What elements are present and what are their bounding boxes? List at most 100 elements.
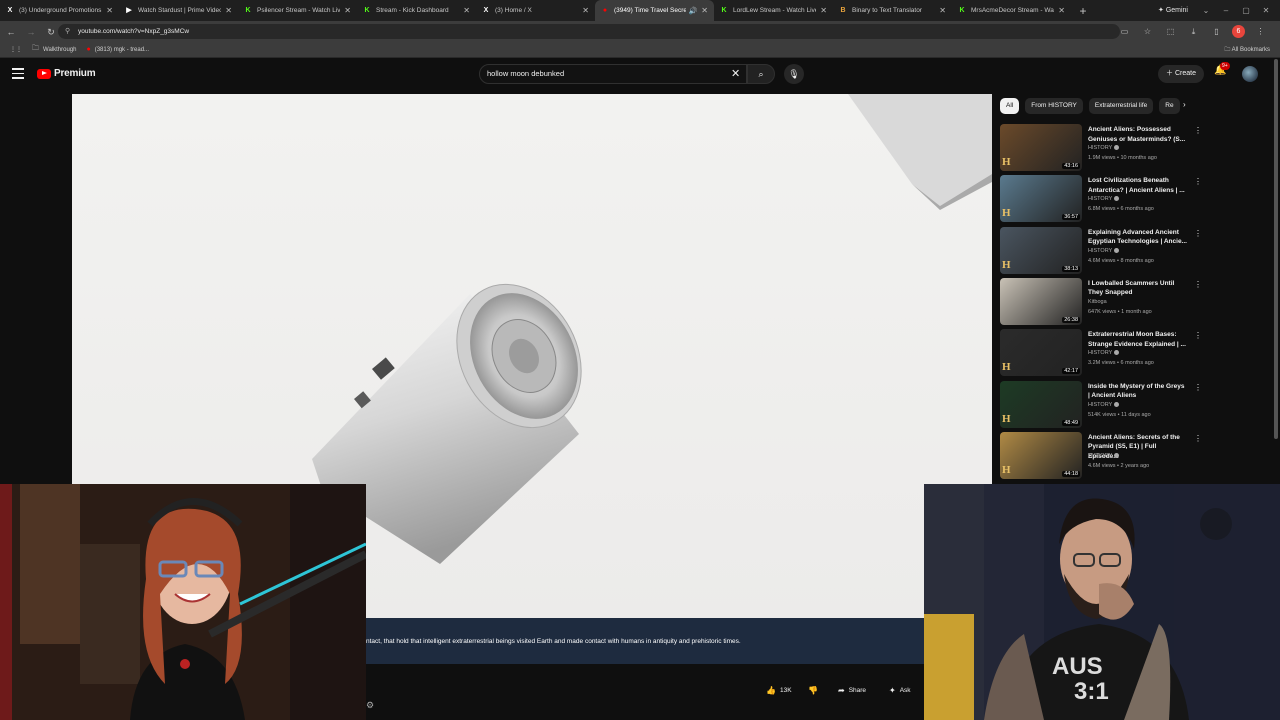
recommended-video[interactable]: H 48:49 Inside the Mystery of the Greys | …: [1000, 380, 1202, 428]
video-thumbnail[interactable]: H 44:18: [1000, 431, 1082, 479]
close-tab-icon[interactable]: ✕: [582, 6, 589, 15]
apps-icon[interactable]: ⋮⋮: [10, 46, 22, 53]
dislike-button[interactable]: 👎: [808, 684, 822, 698]
tab-audio-icon[interactable]: 🔊: [689, 7, 698, 15]
recommended-video[interactable]: H 38:13 Explaining Advanced Ancient Egypti…: [1000, 226, 1202, 274]
download-icon[interactable]: ⤓: [1186, 24, 1201, 39]
channel-name[interactable]: HISTORY: [1088, 145, 1120, 151]
voice-search-icon[interactable]: 🎙: [784, 64, 804, 84]
new-tab-icon[interactable]: +: [1075, 3, 1091, 19]
youtube-logo[interactable]: Premium: [37, 68, 96, 79]
video-meta: 1.9M views • 10 months ago: [1088, 155, 1157, 161]
browser-tab[interactable]: ● (3949) Time Travel Secrets 🔊 ✕: [595, 0, 714, 21]
translator-icon: B: [840, 6, 846, 14]
browser-tab[interactable]: ▶ Watch Stardust | Prime Video ✕: [119, 0, 238, 21]
maximize-icon[interactable]: ▢: [1236, 0, 1256, 21]
browser-tab[interactable]: B Binary to Text Translator ✕: [833, 0, 952, 21]
search-input[interactable]: hollow moon debunked: [479, 64, 747, 84]
video-thumbnail[interactable]: H 38:13: [1000, 226, 1082, 274]
bookmark-label: Walkthrough: [43, 46, 77, 53]
tab-search-icon[interactable]: ⌄: [1196, 0, 1216, 21]
search-button[interactable]: ⌕: [747, 64, 775, 84]
close-tab-icon[interactable]: ✕: [701, 6, 708, 15]
extensions-icon[interactable]: ⬚: [1163, 24, 1178, 39]
share-button[interactable]: ➦ Share: [838, 684, 866, 698]
duration-badge: 38:13: [1062, 265, 1080, 272]
bookmark-star-icon[interactable]: ☆: [1140, 24, 1155, 39]
channel-name[interactable]: Kitboga: [1088, 299, 1107, 305]
bookmark-walkthrough[interactable]: 🗀 Walkthrough: [32, 44, 76, 55]
cast-icon[interactable]: ▭: [1117, 24, 1132, 39]
close-tab-icon[interactable]: ✕: [820, 6, 827, 15]
channel-name[interactable]: HISTORY: [1088, 402, 1120, 408]
browser-tab-strip: X (3) Underground Promotions o ✕ ▶ Watch Sta…: [0, 0, 1280, 21]
more-options-icon[interactable]: ⋮: [1194, 229, 1202, 238]
channel-name[interactable]: HISTORY: [1088, 452, 1120, 459]
video-title[interactable]: Ancient Aliens: Possessed Geniuses or Ma…: [1088, 125, 1188, 144]
site-info-icon[interactable]: ⚲: [65, 24, 70, 39]
more-options-icon[interactable]: ⋮: [1194, 434, 1202, 443]
close-window-icon[interactable]: ✕: [1256, 0, 1276, 21]
video-thumbnail[interactable]: 26:38: [1000, 277, 1082, 325]
video-title[interactable]: Lost Civilizations Beneath Antarctica? |…: [1088, 176, 1188, 195]
settings-gear-icon[interactable]: ⚙: [366, 700, 374, 711]
chevron-right-icon[interactable]: ›: [1183, 100, 1186, 109]
more-options-icon[interactable]: ⋮: [1194, 331, 1202, 340]
close-tab-icon[interactable]: ✕: [939, 6, 946, 15]
prime-video-icon: ▶: [126, 6, 132, 14]
recommended-video[interactable]: H 36:57 Lost Civilizations Beneath Antarct…: [1000, 175, 1202, 223]
profile-avatar[interactable]: 6: [1232, 25, 1245, 38]
recommended-video[interactable]: H 42:17 Extraterrestrial Moon Bases: Stran…: [1000, 329, 1202, 377]
video-title[interactable]: Explaining Advanced Ancient Egyptian Tec…: [1088, 228, 1188, 247]
forward-icon[interactable]: →: [22, 23, 40, 41]
filter-chip[interactable]: All: [1000, 98, 1020, 114]
video-thumbnail[interactable]: H 36:57: [1000, 175, 1082, 223]
recommended-video[interactable]: H 44:18 Ancient Aliens: Secrets of the Pyr…: [1000, 431, 1202, 479]
minimize-icon[interactable]: –: [1216, 0, 1236, 21]
video-title[interactable]: Inside the Mystery of the Greys | Ancien…: [1088, 382, 1188, 401]
hamburger-menu-icon[interactable]: [12, 68, 24, 79]
more-options-icon[interactable]: ⋮: [1194, 383, 1202, 392]
like-button[interactable]: 👍 13K: [766, 684, 792, 698]
close-tab-icon[interactable]: ✕: [225, 6, 232, 15]
ask-button[interactable]: ✦ Ask: [889, 684, 911, 698]
sidepanel-icon[interactable]: ▯: [1209, 24, 1224, 39]
video-thumbnail[interactable]: H 42:17: [1000, 329, 1082, 377]
recommended-video[interactable]: 26:38 I Lowballed Scammers Until They Sna…: [1000, 277, 1202, 325]
channel-name[interactable]: HISTORY: [1088, 350, 1120, 356]
filter-chip[interactable]: From HISTORY: [1025, 98, 1083, 114]
browser-tab[interactable]: K MrsAcmeDecor Stream - Watch ✕: [952, 0, 1071, 21]
verified-icon: [1114, 452, 1120, 458]
video-title[interactable]: Extraterrestrial Moon Bases: Strange Evi…: [1088, 330, 1188, 349]
browser-tab[interactable]: X (3) Underground Promotions o ✕: [0, 0, 119, 21]
all-bookmarks[interactable]: 🗀 All Bookmarks: [1224, 45, 1270, 55]
account-avatar[interactable]: [1242, 66, 1258, 82]
page-scrollbar[interactable]: [1274, 59, 1278, 439]
gemini-button[interactable]: ✦ Gemini: [1150, 3, 1196, 18]
channel-name[interactable]: HISTORY: [1088, 248, 1120, 254]
recommended-video[interactable]: H 43:16 Ancient Aliens: Possessed Geniuses…: [1000, 124, 1202, 171]
close-tab-icon[interactable]: ✕: [1058, 6, 1065, 15]
browser-tab[interactable]: K LordLew Stream - Watch Live o ✕: [714, 0, 833, 21]
close-tab-icon[interactable]: ✕: [106, 6, 113, 15]
channel-name[interactable]: HISTORY: [1088, 196, 1120, 202]
more-options-icon[interactable]: ⋮: [1194, 280, 1202, 289]
video-title[interactable]: I Lowballed Scammers Until They Snapped: [1088, 279, 1188, 298]
browser-tab[interactable]: K Stream - Kick Dashboard ✕: [357, 0, 476, 21]
more-options-icon[interactable]: ⋮: [1194, 177, 1202, 186]
browser-tab[interactable]: K Psilencer Stream - Watch Live o✕: [238, 0, 357, 21]
create-button[interactable]: ＋ Create: [1158, 65, 1204, 83]
close-tab-icon[interactable]: ✕: [463, 6, 470, 15]
close-tab-icon[interactable]: ✕: [344, 6, 351, 15]
menu-kebab-icon[interactable]: ⋮: [1253, 24, 1268, 39]
more-options-icon[interactable]: ⋮: [1194, 126, 1202, 135]
browser-tab[interactable]: X (3) Home / X ✕: [476, 0, 595, 21]
filter-chip[interactable]: Re: [1159, 98, 1180, 114]
filter-chip[interactable]: Extraterrestrial life: [1088, 98, 1154, 114]
back-icon[interactable]: ←: [2, 23, 20, 41]
video-thumbnail[interactable]: H 48:49: [1000, 380, 1082, 428]
clear-search-icon[interactable]: ✕: [731, 66, 740, 82]
url-bar[interactable]: ⚲ youtube.com/watch?v=NxpZ_g3sMCw: [58, 24, 1120, 39]
video-thumbnail[interactable]: H 43:16: [1000, 124, 1082, 171]
bookmark-mgk[interactable]: ● (3813) mgk - tread...: [86, 46, 149, 53]
